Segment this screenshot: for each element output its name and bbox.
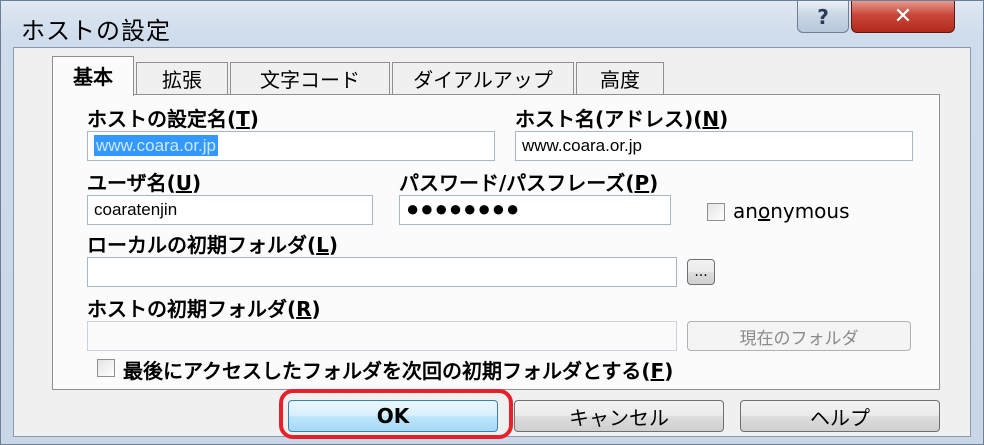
host-settings-dialog: ホストの設定 ? ✕ 基本 拡張 文字コード ダイアルアップ 高度 ホストの設定… bbox=[0, 0, 984, 445]
anonymous-label[interactable]: anonymous bbox=[733, 199, 850, 223]
dialog-client-area: 基本 拡張 文字コード ダイアルアップ 高度 ホストの設定名(T) www.co… bbox=[13, 47, 971, 437]
host-name-input[interactable]: www.coara.or.jp bbox=[515, 131, 913, 161]
dialog-title: ホストの設定 bbox=[21, 17, 171, 45]
user-name-label: ユーザ名(U) bbox=[87, 171, 202, 195]
tab-dialup[interactable]: ダイアルアップ bbox=[392, 62, 574, 94]
tab-character-code[interactable]: 文字コード bbox=[230, 62, 390, 94]
tab-panel-basic: ホストの設定名(T) www.coara.or.jp ホスト名(アドレス)(N)… bbox=[52, 94, 940, 390]
password-label: パスワード/パスフレーズ(P) bbox=[399, 171, 659, 195]
host-folder-input[interactable] bbox=[87, 321, 677, 351]
last-folder-label[interactable]: 最後にアクセスしたフォルダを次回の初期フォルダとする(F) bbox=[123, 355, 673, 384]
help-icon[interactable]: ? bbox=[797, 1, 849, 33]
tab-basic[interactable]: 基本 bbox=[52, 56, 134, 96]
ok-button-highlight-ring bbox=[279, 389, 513, 439]
last-folder-checkbox[interactable] bbox=[97, 359, 115, 377]
current-folder-button[interactable]: 現在のフォルダ bbox=[687, 321, 911, 351]
title-bar[interactable]: ホストの設定 ? ✕ bbox=[1, 1, 983, 51]
host-folder-label: ホストの初期フォルダ(R) bbox=[87, 297, 321, 321]
user-name-input[interactable]: coaratenjin bbox=[87, 195, 373, 225]
help-button[interactable]: ヘルプ bbox=[740, 400, 940, 432]
tab-extended[interactable]: 拡張 bbox=[136, 62, 228, 94]
local-folder-label: ローカルの初期フォルダ(L) bbox=[87, 233, 339, 257]
cancel-button[interactable]: キャンセル bbox=[514, 400, 724, 432]
anonymous-checkbox[interactable] bbox=[707, 203, 725, 221]
local-folder-input[interactable] bbox=[87, 257, 677, 287]
password-input[interactable]: ●●●●●●●● bbox=[399, 195, 671, 225]
setting-name-label: ホストの設定名(T) bbox=[87, 107, 259, 131]
close-icon[interactable]: ✕ bbox=[851, 1, 955, 33]
browse-local-folder-button[interactable]: ... bbox=[687, 259, 715, 285]
host-name-label: ホスト名(アドレス)(N) bbox=[515, 107, 729, 131]
setting-name-input[interactable]: www.coara.or.jp bbox=[87, 131, 495, 161]
tab-advanced[interactable]: 高度 bbox=[576, 62, 664, 94]
